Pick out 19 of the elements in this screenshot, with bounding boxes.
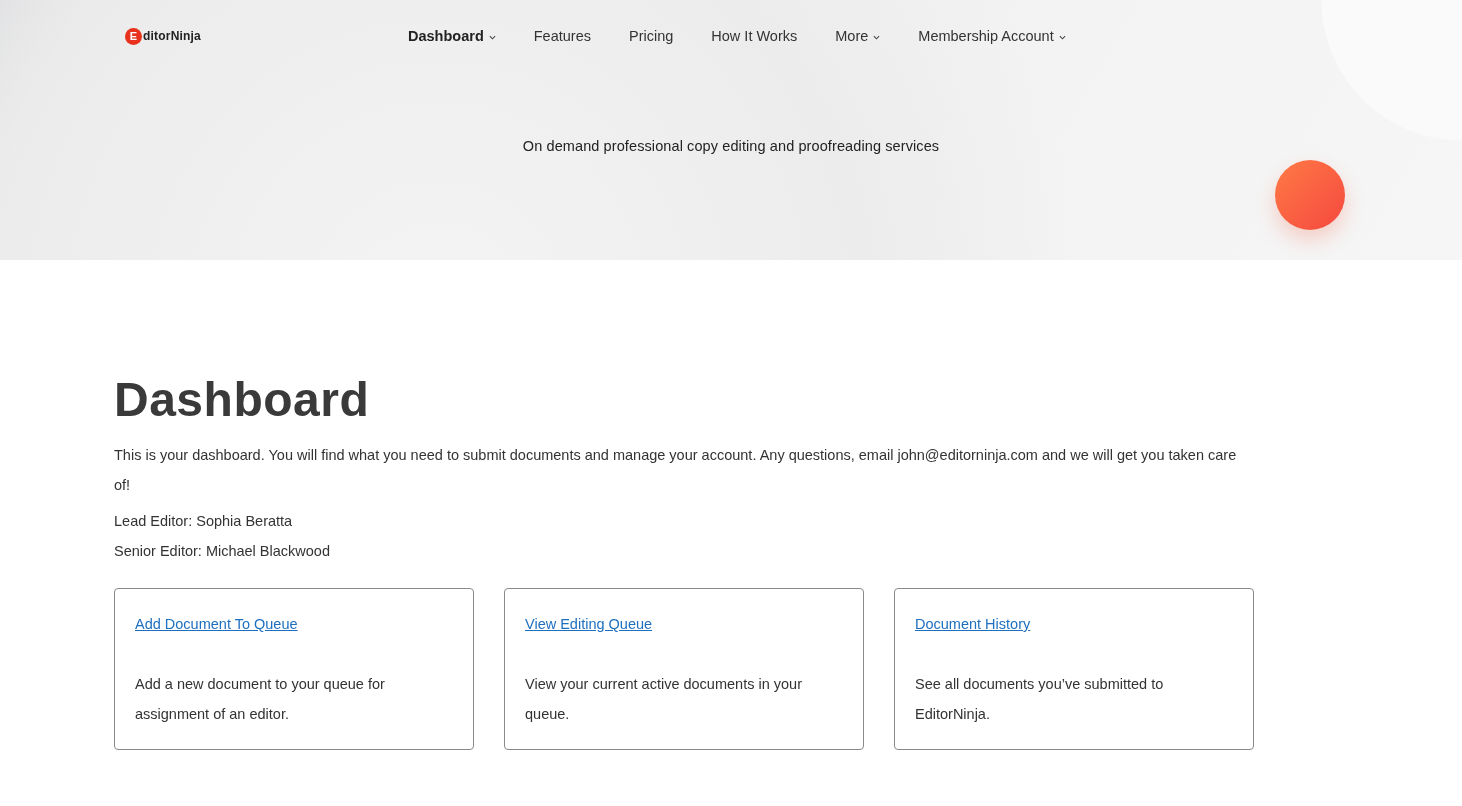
tagline: On demand professional copy editing and proofreading services: [521, 138, 941, 154]
card-description: Add a new document to your queue for assignment of an editor.: [135, 675, 386, 724]
card-description: See all documents you’ve submitted to EditorNinja.: [915, 675, 1165, 724]
nav-link[interactable]: Features: [533, 28, 591, 44]
editor-line: Senior Editor: Michael Blackwood: [114, 542, 331, 561]
intro-paragraph: This is your dashboard. You will find what you need to submit documents and manage your account. Any questions, email john@editorninja.com and we will get you taken care of!: [114, 446, 1238, 495]
nav-link[interactable]: Dashboard: [408, 28, 496, 44]
decorative-circle: [1275, 160, 1345, 230]
card-description: View your current active documents in your queue.: [525, 675, 803, 724]
editor-line: Lead Editor: Sophia Beratta: [114, 512, 294, 531]
nav-link[interactable]: How It Works: [711, 28, 798, 44]
page-heading: Dashboard: [114, 372, 371, 428]
nav-link[interactable]: More: [835, 28, 881, 44]
nav-link[interactable]: Membership Account: [918, 28, 1066, 44]
card-link[interactable]: Add Document To Queue: [135, 609, 298, 639]
card-link[interactable]: Document History: [915, 609, 1031, 639]
card-link[interactable]: View Editing Queue: [525, 609, 653, 639]
logo[interactable]: E ditorNinja: [125, 27, 408, 45]
nav-link[interactable]: Pricing: [629, 28, 674, 44]
